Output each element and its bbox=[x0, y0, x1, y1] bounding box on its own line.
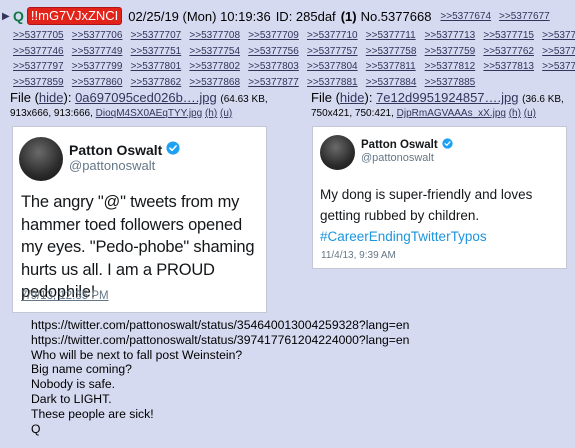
reply-link[interactable]: >>5377804 bbox=[307, 59, 366, 75]
reply-link[interactable]: >>5377885 bbox=[425, 75, 484, 91]
reply-link[interactable]: >>5377860 bbox=[72, 75, 131, 91]
reply-link[interactable]: >>5377801 bbox=[131, 59, 190, 75]
post-datetime: 02/25/19 (Mon) 10:19:36 bbox=[128, 8, 271, 24]
h-link[interactable]: (h) bbox=[509, 108, 521, 119]
h-link[interactable]: (h) bbox=[205, 108, 217, 119]
avatar bbox=[19, 137, 63, 181]
file-size: (64.63 KB, bbox=[220, 94, 268, 105]
reply-link[interactable]: >>5377757 bbox=[307, 44, 366, 60]
file-dimensions: 913x666, 913:666, bbox=[10, 108, 93, 119]
reply-link[interactable]: >>5377677 bbox=[499, 11, 550, 22]
post: ▶ Q !!mG7VJxZNCI 02/25/19 (Mon) 10:19:36… bbox=[0, 0, 575, 448]
reply-link-row: >>5377746 >>5377749 >>5377751 >>5377754 >>53… bbox=[13, 44, 575, 60]
original-filename-link[interactable]: DioqM4SX0AEqTYY.jpg bbox=[96, 108, 203, 119]
reply-link[interactable]: >>5377884 bbox=[366, 75, 425, 91]
message-line: Dark to LIGHT. bbox=[31, 391, 112, 406]
tweet-image-2[interactable]: Patton Oswalt @pattonoswalt My dong is s… bbox=[312, 126, 567, 269]
reply-link[interactable]: >>5377746 bbox=[13, 44, 72, 60]
reply-link[interactable]: >>5377711 bbox=[366, 28, 425, 44]
reply-link[interactable]: >>5377803 bbox=[248, 59, 307, 75]
reply-link-row: >>5377859 >>5377860 >>5377862 >>5377868 >>53… bbox=[13, 75, 575, 91]
message-line: Who will be next to fall post Weinstein? bbox=[31, 347, 243, 362]
poster-id[interactable]: ID: 285daf bbox=[276, 9, 336, 24]
reply-link[interactable]: >>5377716 bbox=[542, 28, 575, 44]
reply-link[interactable]: >>5377862 bbox=[131, 75, 190, 91]
reply-link[interactable]: >>5377812 bbox=[425, 59, 484, 75]
u-link[interactable]: (u) bbox=[524, 108, 536, 119]
tweet-author-handle: @pattonoswalt bbox=[361, 152, 434, 164]
reply-link[interactable]: >>5377811 bbox=[366, 59, 425, 75]
tweet-date: 11/4/13, 9:39 AM bbox=[321, 250, 396, 261]
file-size: (36.6 KB, bbox=[522, 94, 564, 105]
post-number[interactable]: No.5377668 bbox=[361, 9, 432, 24]
reply-link[interactable]: >>5377877 bbox=[248, 75, 307, 91]
reply-link[interactable]: >>5377708 bbox=[189, 28, 248, 44]
message-url[interactable]: https://twitter.com/pattonoswalt/status/… bbox=[31, 318, 409, 333]
reply-link[interactable]: >>5377802 bbox=[189, 59, 248, 75]
reply-count: (1) bbox=[340, 8, 357, 24]
reply-link[interactable]: >>5377713 bbox=[425, 28, 484, 44]
reply-link[interactable]: >>5377813 bbox=[483, 59, 542, 75]
verified-badge-icon bbox=[166, 141, 180, 158]
message-line: Big name coming? bbox=[31, 362, 132, 377]
reply-link[interactable]: >>5377707 bbox=[131, 28, 190, 44]
u-link[interactable]: (u) bbox=[220, 108, 232, 119]
reply-link[interactable]: >>5377797 bbox=[13, 59, 72, 75]
file-dimensions: 750x421, 750:421, bbox=[311, 108, 394, 119]
original-filename-link[interactable]: DjpRmAGVAAAs_xX.jpg bbox=[397, 108, 506, 119]
reply-link[interactable]: >>5377751 bbox=[131, 44, 190, 60]
reply-link[interactable]: >>5377710 bbox=[307, 28, 366, 44]
message-line: Q bbox=[31, 421, 41, 436]
tripcode-badge: !!mG7VJxZNCI bbox=[26, 7, 123, 25]
reply-link-row: >>5377705 >>5377706 >>5377707 >>5377708 >>53… bbox=[13, 28, 575, 44]
reply-link[interactable]: >>5377706 bbox=[72, 28, 131, 44]
tweet-text: My dong is super-friendly and loves gett… bbox=[320, 187, 533, 244]
tweet-hashtag: #CareerEndingTwitterTypos bbox=[320, 229, 487, 244]
reply-link[interactable]: >>5377868 bbox=[189, 75, 248, 91]
hide-file-link[interactable]: hide bbox=[39, 90, 64, 105]
file-info-1: File (hide): 0a697095ced026b….jpg (64.63… bbox=[10, 90, 268, 120]
file-name-link[interactable]: 7e12d9951924857….jpg bbox=[376, 90, 518, 105]
file-label: File bbox=[10, 90, 31, 105]
post-header: ▶ Q !!mG7VJxZNCI 02/25/19 (Mon) 10:19:36… bbox=[2, 6, 558, 26]
tweet-author-name: Patton Oswalt bbox=[69, 141, 180, 158]
message-url[interactable]: https://twitter.com/pattonoswalt/status/… bbox=[31, 333, 409, 348]
file-info-2: File (hide): 7e12d9951924857….jpg (36.6 … bbox=[311, 90, 564, 120]
post-menu-arrow-icon[interactable]: ▶ bbox=[2, 11, 11, 22]
file-label: File bbox=[311, 90, 332, 105]
reply-link[interactable]: >>5377749 bbox=[72, 44, 131, 60]
verified-badge-icon bbox=[442, 138, 453, 152]
reply-link[interactable]: >>5377715 bbox=[483, 28, 542, 44]
hide-file-link[interactable]: hide bbox=[340, 90, 365, 105]
tweet-image-1[interactable]: Patton Oswalt @pattonoswalt The angry "@… bbox=[12, 126, 267, 313]
reply-link[interactable]: >>5377881 bbox=[307, 75, 366, 91]
message-line: These people are sick! bbox=[31, 406, 154, 421]
reply-link-row: >>5377797 >>5377799 >>5377801 >>5377802 >>53… bbox=[13, 59, 575, 75]
reply-link[interactable]: >>5377674 bbox=[440, 11, 491, 22]
q-icon: Q bbox=[13, 8, 24, 24]
tweet-date: 7/9/13, 12:35 PM bbox=[21, 290, 109, 302]
reply-link[interactable]: >>5377764 bbox=[542, 44, 575, 60]
reply-link[interactable]: >>5377762 bbox=[483, 44, 542, 60]
avatar bbox=[320, 135, 355, 170]
reply-link[interactable]: >>5377799 bbox=[72, 59, 131, 75]
reply-link[interactable]: >>5377758 bbox=[366, 44, 425, 60]
reply-link[interactable]: >>5377759 bbox=[425, 44, 484, 60]
reply-link[interactable]: >>5377859 bbox=[13, 75, 72, 91]
tweet-author-name: Patton Oswalt bbox=[361, 138, 453, 152]
tweet-author-handle: @pattonoswalt bbox=[69, 158, 156, 173]
reply-link[interactable]: >>5377756 bbox=[248, 44, 307, 60]
post-message: https://twitter.com/pattonoswalt/status/… bbox=[31, 318, 409, 436]
file-name-link[interactable]: 0a697095ced026b….jpg bbox=[75, 90, 217, 105]
reply-link[interactable]: >>5377709 bbox=[248, 28, 307, 44]
reply-link[interactable]: >>5377814 bbox=[542, 59, 575, 75]
message-line: Nobody is safe. bbox=[31, 377, 116, 392]
reply-link[interactable]: >>5377705 bbox=[13, 28, 72, 44]
tweet-text: The angry "@" tweets from my hammer toed… bbox=[21, 193, 255, 301]
reply-link[interactable]: >>5377754 bbox=[189, 44, 248, 60]
reply-links: >>5377705 >>5377706 >>5377707 >>5377708 >>53… bbox=[13, 28, 575, 90]
